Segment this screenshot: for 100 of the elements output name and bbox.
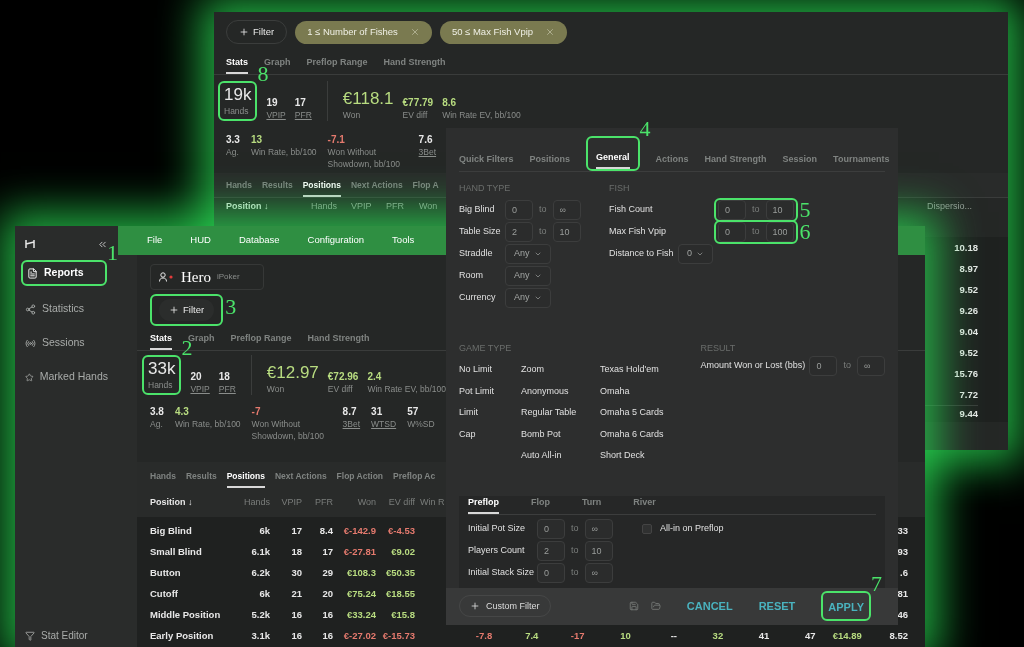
menu-item[interactable]: Tools (392, 233, 415, 248)
column-header[interactable]: EV diff (376, 495, 415, 510)
game-type-option[interactable]: Limit (459, 402, 521, 424)
stat-value: 17 (294, 96, 307, 109)
tab[interactable]: Hand Strength (383, 56, 446, 74)
game-type-option[interactable]: Texas Hold'em (600, 359, 664, 381)
column-header[interactable]: Position ↓ (150, 495, 236, 510)
stat-value: €118.1 (342, 89, 394, 109)
number-field[interactable]: 0 (809, 356, 838, 376)
select-field[interactable]: Any (505, 266, 551, 286)
dialog-button[interactable]: CANCEL (686, 598, 733, 615)
select-field[interactable]: Any (505, 288, 551, 308)
number-field[interactable]: ∞ (857, 356, 885, 376)
tab[interactable]: Results (186, 469, 217, 488)
number-field[interactable]: 2 (537, 540, 565, 561)
sidebar-item[interactable]: Statistics (21, 298, 112, 320)
tab[interactable]: Tournaments (833, 153, 890, 171)
menu-item[interactable]: Configuration (307, 233, 365, 248)
sidebar-item[interactable]: Reports (23, 262, 88, 284)
filter-chip[interactable]: 1 ≤ Number of Fishes (295, 20, 432, 44)
table-cell-text: 6.2k (250, 566, 270, 581)
checkbox[interactable] (642, 523, 652, 534)
profile-card[interactable]: Hero iPoker (150, 264, 264, 290)
column-header[interactable]: PFR (302, 495, 333, 510)
number-field[interactable]: 10 (552, 222, 581, 242)
tab[interactable]: Results (262, 179, 293, 197)
number-field[interactable]: 0 (537, 518, 565, 539)
number-field[interactable]: 100 (765, 222, 794, 242)
tab[interactable]: Flop A (412, 179, 439, 197)
dialog-button[interactable]: RESET (758, 598, 796, 615)
number-field[interactable]: 0 (505, 200, 533, 220)
column-header[interactable]: Won (419, 201, 438, 211)
select-field[interactable]: 0 (678, 244, 713, 264)
column-header[interactable]: Won (333, 495, 376, 510)
game-type-option[interactable]: Short Deck (600, 445, 664, 467)
column-header[interactable]: Hands (311, 201, 351, 211)
tab[interactable]: Quick Filters (459, 153, 514, 171)
number-field[interactable]: 0 (718, 222, 746, 242)
menu-item[interactable]: Database (238, 233, 280, 248)
tab[interactable]: Hand Strength (307, 332, 370, 350)
number-field[interactable]: 10 (584, 540, 613, 561)
close-icon[interactable] (409, 27, 420, 37)
menu-item[interactable]: HUD (190, 233, 211, 248)
column-header[interactable]: PFR (386, 201, 419, 211)
tab[interactable]: Positions (529, 153, 571, 171)
number-field[interactable]: 2 (505, 222, 533, 242)
column-header[interactable]: Dispersio... (927, 201, 972, 211)
game-type-option[interactable]: Pot Limit (459, 380, 521, 402)
tab[interactable]: Flop (531, 495, 550, 514)
tab[interactable]: Preflop (468, 495, 499, 514)
tab[interactable]: River (633, 495, 656, 514)
game-type-option[interactable]: Anonymous (521, 380, 600, 402)
tab[interactable]: Preflop Range (306, 56, 368, 74)
column-header[interactable]: VPIP (351, 201, 386, 211)
game-type-option[interactable]: Zoom (521, 359, 600, 381)
game-type-option[interactable]: Cap (459, 423, 521, 445)
save-icon[interactable] (628, 601, 639, 612)
sidebar-item[interactable]: Marked Hands (21, 366, 112, 388)
tab[interactable]: Flop Action (336, 469, 384, 488)
column-header[interactable]: Hands (236, 495, 270, 510)
tab[interactable]: Next Actions (274, 469, 327, 488)
tab[interactable]: Hand Strength (704, 153, 767, 171)
filter-chip[interactable]: 50 ≤ Max Fish Vpip (439, 20, 568, 44)
tab[interactable]: Hands (226, 179, 252, 197)
close-icon[interactable] (545, 27, 556, 37)
tab[interactable]: Actions (655, 153, 689, 171)
game-type-option[interactable]: Bomb Pot (521, 423, 600, 445)
tab[interactable]: Turn (582, 495, 602, 514)
game-type-option[interactable]: Omaha 5 Cards (600, 402, 664, 424)
tab[interactable]: Hands (150, 469, 176, 488)
filter-button[interactable]: Filter (159, 299, 215, 321)
select-field[interactable]: Any (505, 244, 551, 264)
folder-icon[interactable] (650, 601, 661, 612)
tab[interactable]: General (596, 151, 630, 169)
tab[interactable]: Session (782, 153, 818, 171)
number-field[interactable]: ∞ (552, 200, 581, 220)
tab[interactable]: Preflop Ac (393, 469, 436, 488)
tab[interactable]: Stats (226, 56, 248, 74)
tab[interactable]: Preflop Range (230, 332, 292, 350)
game-type-option[interactable]: Auto All-in (521, 445, 600, 467)
game-type-option[interactable]: Regular Table (521, 402, 600, 424)
game-type-option[interactable]: Omaha (600, 380, 664, 402)
column-header[interactable]: Win R (420, 495, 445, 510)
column-header[interactable]: VPIP (270, 495, 302, 510)
number-field[interactable]: ∞ (584, 562, 613, 583)
tab[interactable]: Next Actions (350, 179, 403, 197)
menu-item[interactable]: File (147, 233, 163, 248)
game-type-option[interactable]: Omaha 6 Cards (600, 423, 664, 445)
number-field[interactable]: 0 (718, 200, 746, 220)
number-field[interactable]: ∞ (584, 518, 613, 539)
game-type-option[interactable]: No Limit (459, 359, 521, 381)
number-field[interactable]: 0 (537, 562, 565, 583)
sidebar-item[interactable]: Sessions (21, 332, 112, 354)
sidebar-item[interactable]: Stat Editor (41, 628, 88, 643)
tab[interactable]: Stats (150, 332, 172, 350)
tab[interactable]: Positions (302, 179, 341, 197)
dialog-button[interactable]: APPLY (828, 599, 864, 616)
number-field[interactable]: 10 (765, 200, 794, 220)
caret-icon (533, 250, 542, 258)
column-header[interactable]: Position ↓ (226, 201, 311, 211)
